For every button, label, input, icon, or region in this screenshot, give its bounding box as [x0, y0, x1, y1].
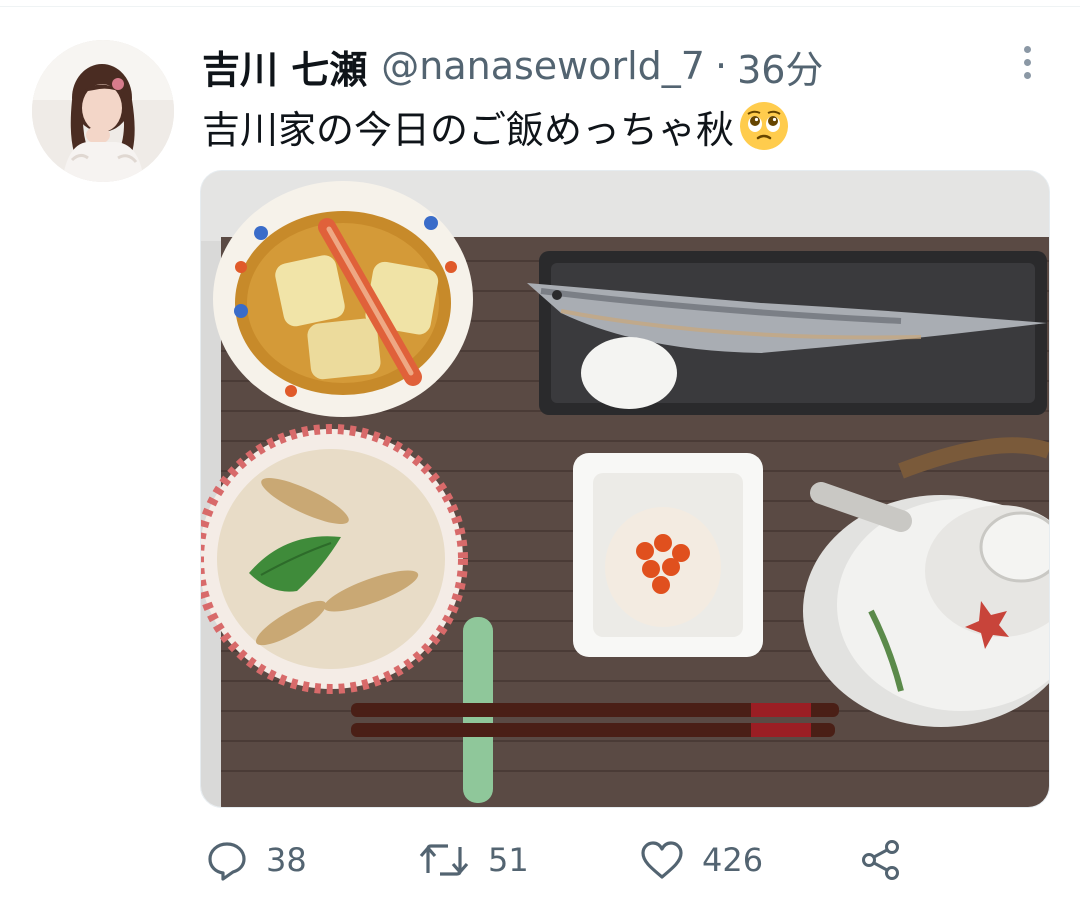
heart-icon[interactable] [640, 839, 684, 881]
avatar-photo [32, 40, 174, 182]
action-bar: 38 51 426 [200, 830, 920, 890]
pleading-face-emoji-icon [740, 102, 789, 150]
separator-dot: · [714, 44, 728, 88]
like-count: 426 [702, 841, 764, 879]
tweet-card[interactable]: 吉川 七瀬 @nanaseworld_7 · 36分 吉川家の今日のご飯めっちゃ… [0, 0, 1080, 910]
tweet-header: 吉川 七瀬 @nanaseworld_7 · 36分 [202, 42, 823, 92]
more-options-icon[interactable] [1010, 42, 1044, 82]
timestamp[interactable]: 36分 [737, 39, 823, 94]
display-name[interactable]: 吉川 七瀬 [202, 39, 367, 94]
reply-count: 38 [266, 841, 307, 879]
tweet-text-body: 吉川家の今日のご飯めっちゃ秋 [202, 107, 735, 152]
like-action[interactable]: 426 [640, 830, 763, 890]
avatar[interactable] [32, 40, 174, 182]
share-action[interactable] [860, 830, 902, 890]
meal-photo [201, 171, 1049, 807]
retweet-icon[interactable] [418, 839, 470, 881]
tweet-photo[interactable] [200, 170, 1050, 808]
reply-icon[interactable] [206, 839, 248, 881]
user-handle[interactable]: @nanaseworld_7 [381, 44, 705, 88]
share-icon[interactable] [860, 839, 902, 881]
retweet-count: 51 [488, 841, 529, 879]
tweet-text: 吉川家の今日のご飯めっちゃ秋 [202, 100, 790, 152]
retweet-action[interactable]: 51 [418, 830, 529, 890]
reply-action[interactable]: 38 [206, 830, 307, 890]
